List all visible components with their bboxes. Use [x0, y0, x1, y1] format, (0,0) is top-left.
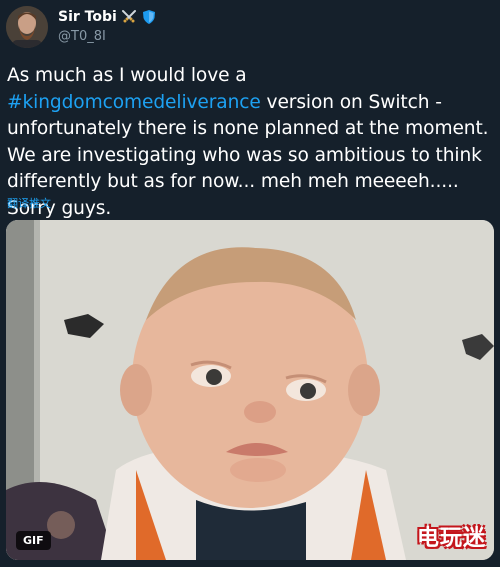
sad-baby-image: [6, 220, 494, 560]
translate-tweet-link[interactable]: 翻译推文: [7, 195, 51, 211]
gif-badge: GIF: [16, 531, 51, 550]
author-display-name[interactable]: Sir Tobi: [58, 9, 117, 25]
crossed-swords-icon: [121, 9, 137, 25]
tweet-media-gif[interactable]: GIF 电玩迷: [6, 220, 494, 560]
author-handle[interactable]: @T0_8I: [58, 29, 106, 44]
avatar[interactable]: [6, 6, 48, 48]
tweet-text-start: As much as I would love a: [7, 65, 247, 86]
watermark-logo: 电玩迷: [416, 526, 486, 551]
tweet-card: Sir Tobi @T0_8I As much as I would love …: [0, 0, 500, 567]
shield-icon: [141, 9, 157, 25]
hashtag-link[interactable]: #kingdomcomedeliverance: [7, 92, 261, 113]
tweet-text: As much as I would love a #kingdomcomede…: [7, 63, 497, 222]
author-name-row: Sir Tobi: [58, 9, 157, 25]
